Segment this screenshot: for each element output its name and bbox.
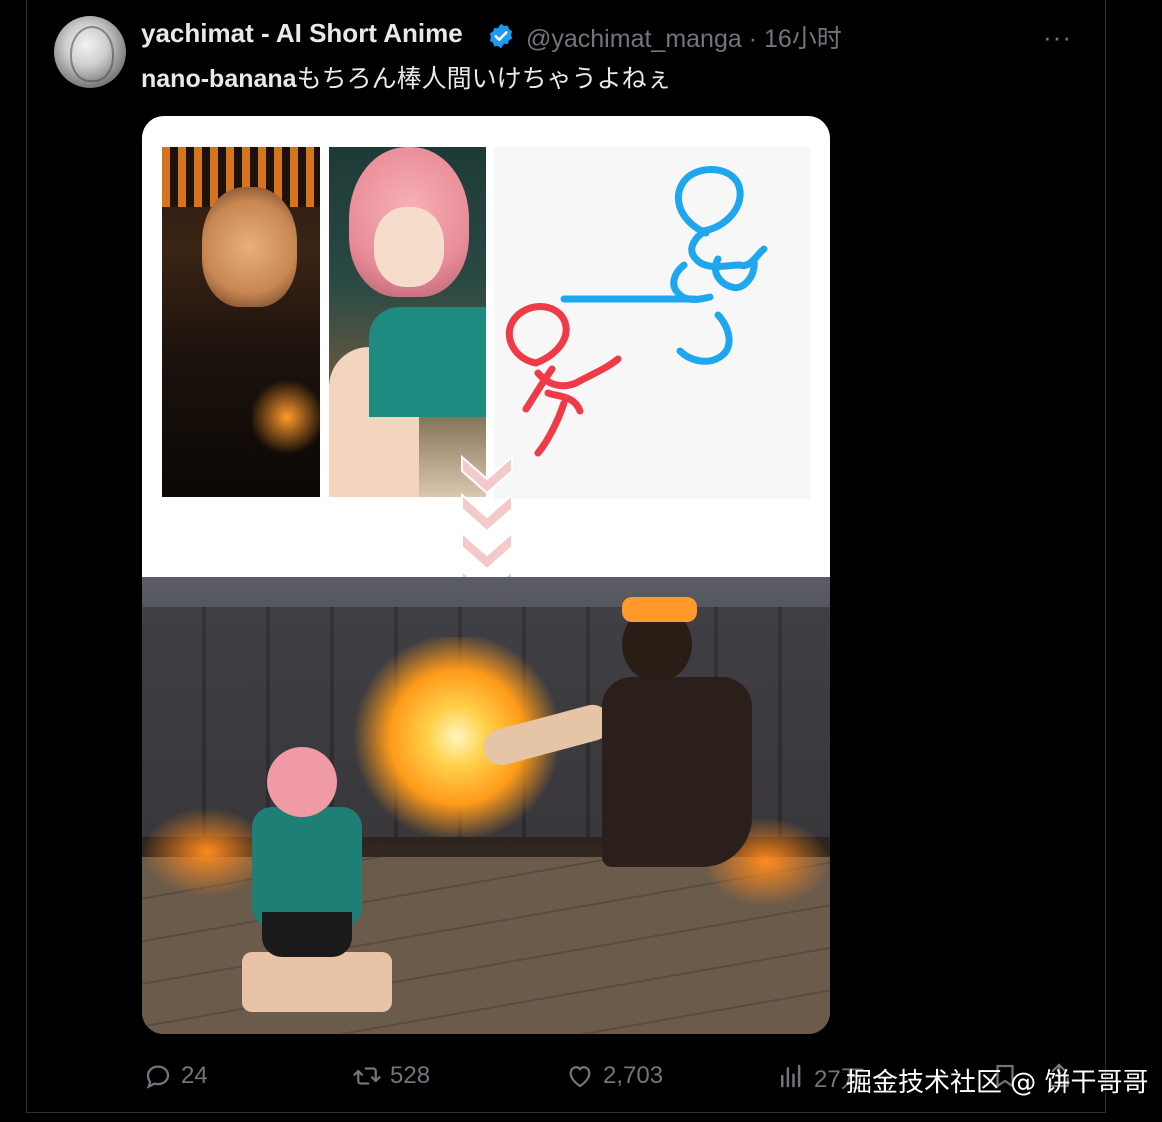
reference-image-pink-haired-girl xyxy=(329,147,486,497)
character-jacket xyxy=(369,307,486,417)
tweet-text-latin: nano-banana xyxy=(141,65,297,93)
avatar[interactable] xyxy=(54,16,126,88)
reply-button[interactable]: 24 xyxy=(143,1056,208,1096)
blue-stick-figure xyxy=(560,166,768,365)
fighter-robe xyxy=(602,677,752,867)
reply-icon xyxy=(146,1065,170,1089)
fire-glow xyxy=(252,377,322,457)
fighter-skirt xyxy=(262,912,352,957)
tweet-text: nano-bananaもちろん棒人間いけちゃうよねぇ xyxy=(141,59,672,95)
like-button[interactable]: 2,703 xyxy=(565,1056,663,1096)
author-handle[interactable]: @yachimat_manga · 16小时 xyxy=(526,19,842,55)
like-count: 2,703 xyxy=(603,1062,664,1089)
verified-badge-icon xyxy=(489,23,513,49)
reference-image-dark-haired-girl xyxy=(162,147,322,497)
timestamp[interactable]: 16小时 xyxy=(764,25,842,53)
repost-icon xyxy=(353,1067,381,1085)
tweet-text-jp: もちろん棒人間いけちゃうよねぇ xyxy=(296,65,672,93)
character-face xyxy=(202,187,297,307)
tweet-media-image[interactable] xyxy=(142,116,830,1034)
author-name[interactable]: yachimat - AI Short Anime xyxy=(141,18,463,49)
fighter-crown xyxy=(622,597,697,622)
fighter-legs xyxy=(242,952,392,1012)
pink-haired-fighter xyxy=(222,747,392,1017)
reply-count: 24 xyxy=(181,1062,208,1089)
repost-count: 528 xyxy=(390,1062,431,1089)
watermark-text: 掘金技术社区 @ 饼干哥哥 xyxy=(846,1068,1149,1098)
stick-figure-sketch xyxy=(494,147,810,499)
repost-button[interactable]: 528 xyxy=(352,1056,430,1096)
fighter-head xyxy=(267,747,337,817)
views-icon xyxy=(781,1064,801,1088)
character-face xyxy=(374,207,444,287)
fighter-jacket xyxy=(252,807,362,927)
separator-dot: · xyxy=(748,25,764,53)
handle-text[interactable]: @yachimat_manga xyxy=(526,25,742,53)
like-icon xyxy=(569,1066,591,1088)
generated-fight-scene xyxy=(142,577,830,1034)
red-stick-figure xyxy=(505,303,622,457)
more-icon[interactable]: ··· xyxy=(1043,22,1072,53)
dark-haired-fighter xyxy=(479,597,772,897)
